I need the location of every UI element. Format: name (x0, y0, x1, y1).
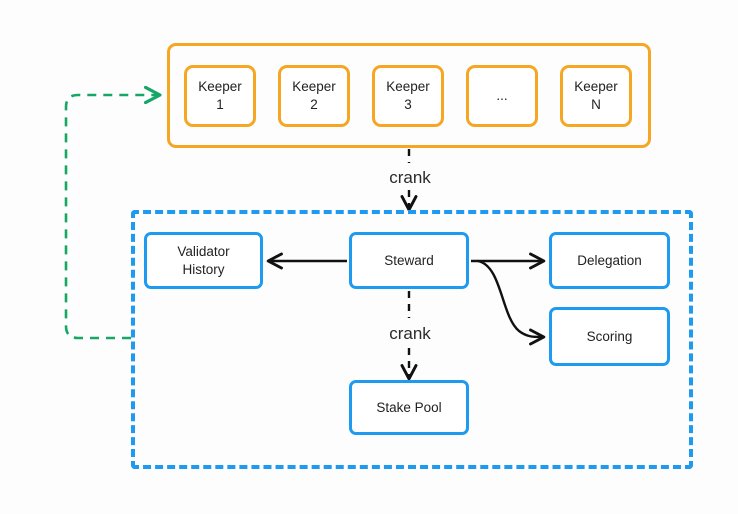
node-scoring[interactable]: Scoring (549, 307, 670, 366)
node-validator-history[interactable]: Validator History (144, 232, 263, 289)
node-keeper-ellipsis[interactable]: ... (466, 65, 538, 127)
node-keeper-1[interactable]: Keeper 1 (184, 65, 256, 127)
edge-label-crank-top: crank (389, 168, 431, 187)
node-keeper-n[interactable]: Keeper N (560, 65, 632, 127)
node-stake-pool[interactable]: Stake Pool (349, 380, 469, 435)
diagram-canvas: Keeper 1 Keeper 2 Keeper 3 ... Keeper N … (0, 0, 738, 514)
node-delegation[interactable]: Delegation (549, 232, 670, 289)
node-steward[interactable]: Steward (349, 232, 469, 289)
node-keeper-2[interactable]: Keeper 2 (278, 65, 350, 127)
node-keeper-3[interactable]: Keeper 3 (372, 65, 444, 127)
